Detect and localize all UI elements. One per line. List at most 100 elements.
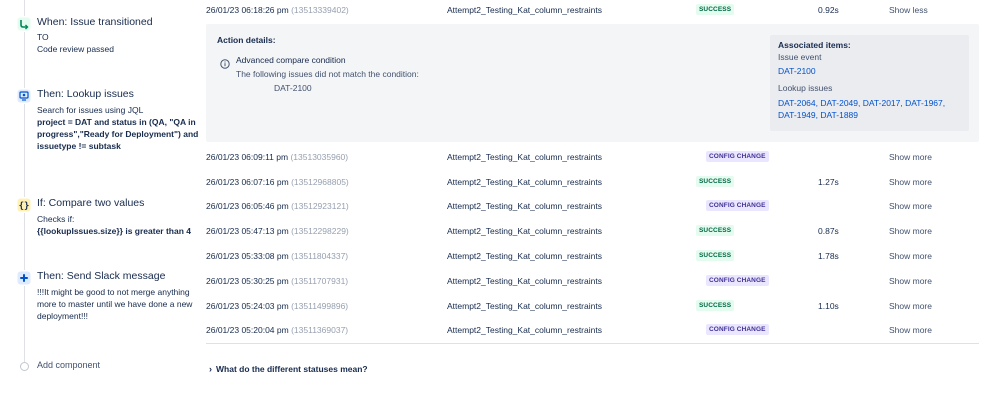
log-duration: 0.92s bbox=[818, 5, 839, 15]
slack-icon bbox=[16, 270, 32, 286]
log-row[interactable]: 26/01/23 06:07:16 pm (13512968805) Attem… bbox=[206, 172, 979, 192]
condition-detail-text: The following issues did not match the c… bbox=[236, 69, 419, 79]
log-rule-name: Attempt2_Testing_Kat_column_restraints bbox=[447, 276, 602, 286]
condition-intro: Checks if: bbox=[37, 214, 75, 224]
log-duration: 1.27s bbox=[818, 177, 839, 187]
log-timestamp: 26/01/23 05:20:04 pm (13511369037) bbox=[206, 325, 349, 335]
log-rule-name: Attempt2_Testing_Kat_column_restraints bbox=[447, 5, 602, 15]
status-badge: CONFIG CHANGE bbox=[706, 324, 769, 335]
add-component-dot bbox=[20, 362, 29, 371]
log-duration: 0.87s bbox=[818, 226, 839, 236]
log-row[interactable]: 26/01/23 05:30:25 pm (13511707931) Attem… bbox=[206, 271, 979, 291]
status-badge: SUCCESS bbox=[696, 225, 735, 236]
log-timestamp: 26/01/23 05:33:08 pm (13511804337) bbox=[206, 251, 349, 261]
show-more-button[interactable]: Show more bbox=[889, 301, 932, 311]
curly-braces-icon: {} bbox=[16, 197, 32, 213]
lookup-body: Search for issues using JQL project = DA… bbox=[37, 104, 202, 152]
log-timestamp: 26/01/23 05:30:25 pm (13511707931) bbox=[206, 276, 349, 286]
log-id: (13512968805) bbox=[291, 177, 349, 187]
log-rule-name: Attempt2_Testing_Kat_column_restraints bbox=[447, 325, 602, 335]
show-more-button[interactable]: Show more bbox=[889, 276, 932, 286]
log-duration: 1.10s bbox=[818, 301, 839, 311]
lookup-issue-link[interactable]: DAT-2049 bbox=[820, 98, 858, 108]
status-badge: CONFIG CHANGE bbox=[706, 200, 769, 211]
associated-items-heading: Associated items: bbox=[778, 40, 851, 50]
log-duration: 1.78s bbox=[818, 251, 839, 261]
lookup-jql: project = DAT and status in (QA, "QA in … bbox=[37, 117, 199, 151]
show-less-button[interactable]: Show less bbox=[889, 5, 928, 15]
condition-expression: {{lookupIssues.size}} is greater than 4 bbox=[37, 226, 192, 236]
log-row[interactable]: 26/01/23 06:05:46 pm (13512923121) Attem… bbox=[206, 196, 979, 216]
log-id: (13513035960) bbox=[290, 152, 349, 162]
trigger-body: TO Code review passed bbox=[37, 31, 197, 55]
table-divider bbox=[206, 343, 979, 344]
lookup-intro: Search for issues using JQL bbox=[37, 105, 144, 115]
status-badge: CONFIG CHANGE bbox=[706, 151, 769, 162]
log-row[interactable]: 26/01/23 05:20:04 pm (13511369037) Attem… bbox=[206, 320, 979, 340]
add-component-label: Add component bbox=[37, 360, 101, 370]
log-timestamp: 26/01/23 06:07:16 pm (13512968805) bbox=[206, 177, 349, 187]
info-icon bbox=[220, 56, 230, 74]
slack-title: Then: Send Slack message bbox=[37, 270, 166, 282]
show-more-button[interactable]: Show more bbox=[889, 152, 932, 162]
lookup-issue-link[interactable]: DAT-1949 bbox=[778, 110, 816, 120]
lookup-issue-link[interactable]: DAT-2017 bbox=[863, 98, 901, 108]
log-id: (13511804337) bbox=[291, 251, 349, 261]
svg-text:{}: {} bbox=[19, 202, 30, 212]
log-id: (13511499896) bbox=[291, 301, 349, 311]
log-timestamp: 26/01/23 06:09:11 pm (13513035960) bbox=[206, 152, 349, 162]
timeline-line bbox=[24, 0, 25, 362]
log-timestamp: 26/01/23 05:47:13 pm (13512298229) bbox=[206, 226, 349, 236]
status-help-label: What do the different statuses mean? bbox=[216, 364, 368, 374]
chevron-right-icon: › bbox=[209, 364, 212, 374]
log-row[interactable]: 26/01/23 05:47:13 pm (13512298229) Attem… bbox=[206, 221, 979, 241]
log-id: (13512298229) bbox=[291, 226, 349, 236]
lookup-issues-label: Lookup issues bbox=[778, 83, 833, 93]
trigger-title: When: Issue transitioned bbox=[37, 16, 153, 28]
log-id: (13512923121) bbox=[291, 201, 349, 211]
condition-body: Checks if: {{lookupIssues.size}} is grea… bbox=[37, 213, 212, 237]
issue-event-link[interactable]: DAT-2100 bbox=[778, 66, 816, 76]
status-badge: SUCCESS bbox=[696, 250, 735, 261]
lookup-issue-link[interactable]: DAT-1967 bbox=[905, 98, 943, 108]
log-timestamp: 26/01/23 06:18:26 pm (13513339402) bbox=[206, 5, 349, 15]
action-details-panel: Action details: Advanced compare conditi… bbox=[206, 24, 979, 142]
log-timestamp: 26/01/23 05:24:03 pm (13511499896) bbox=[206, 301, 349, 311]
show-more-button[interactable]: Show more bbox=[889, 201, 932, 211]
trigger-to-label: TO bbox=[37, 32, 49, 42]
log-row[interactable]: 26/01/23 05:33:08 pm (13511804337) Attem… bbox=[206, 246, 979, 266]
rule-components-panel: When: Issue transitioned TO Code review … bbox=[0, 0, 198, 418]
log-row[interactable]: 26/01/23 05:24:03 pm (13511499896) Attem… bbox=[206, 296, 979, 316]
lookup-title: Then: Lookup issues bbox=[37, 88, 134, 100]
show-more-button[interactable]: Show more bbox=[889, 325, 932, 335]
show-more-button[interactable]: Show more bbox=[889, 226, 932, 236]
slack-message: !!!It might be good to not merge anythin… bbox=[37, 287, 193, 321]
log-rule-name: Attempt2_Testing_Kat_column_restraints bbox=[447, 251, 602, 261]
log-row[interactable]: 26/01/23 06:09:11 pm (13513035960) Attem… bbox=[206, 147, 979, 167]
show-more-button[interactable]: Show more bbox=[889, 251, 932, 261]
log-rule-name: Attempt2_Testing_Kat_column_restraints bbox=[447, 301, 602, 311]
trigger-status: Code review passed bbox=[37, 44, 115, 54]
log-id: (13511369037) bbox=[291, 325, 349, 335]
log-rule-name: Attempt2_Testing_Kat_column_restraints bbox=[447, 177, 602, 187]
status-badge: SUCCESS bbox=[696, 300, 735, 311]
lookup-issues-list: DAT-2064, DAT-2049, DAT-2017, DAT-1967, … bbox=[778, 98, 946, 120]
show-more-button[interactable]: Show more bbox=[889, 177, 932, 187]
log-row-expanded[interactable]: 26/01/23 06:18:26 pm (13513339402) Attem… bbox=[206, 0, 979, 20]
associated-items-box: Associated items: Issue event DAT-2100 L… bbox=[770, 35, 969, 131]
branch-arrow-icon bbox=[16, 16, 32, 32]
log-rule-name: Attempt2_Testing_Kat_column_restraints bbox=[447, 152, 602, 162]
monitor-search-icon bbox=[16, 88, 32, 104]
log-rule-name: Attempt2_Testing_Kat_column_restraints bbox=[447, 201, 602, 211]
action-details-heading: Action details: bbox=[217, 35, 276, 45]
status-badge: SUCCESS bbox=[696, 4, 735, 15]
lookup-issue-link[interactable]: DAT-2064 bbox=[778, 98, 816, 108]
status-help-toggle[interactable]: › What do the different statuses mean? bbox=[209, 364, 368, 374]
log-rule-name: Attempt2_Testing_Kat_column_restraints bbox=[447, 226, 602, 236]
status-badge: SUCCESS bbox=[696, 176, 735, 187]
log-id: (13513339402) bbox=[291, 5, 349, 15]
status-badge: CONFIG CHANGE bbox=[706, 275, 769, 286]
lookup-issue-link[interactable]: DAT-1889 bbox=[820, 110, 858, 120]
log-id: (13511707931) bbox=[291, 276, 349, 286]
condition-detail-issue: DAT-2100 bbox=[274, 83, 312, 93]
